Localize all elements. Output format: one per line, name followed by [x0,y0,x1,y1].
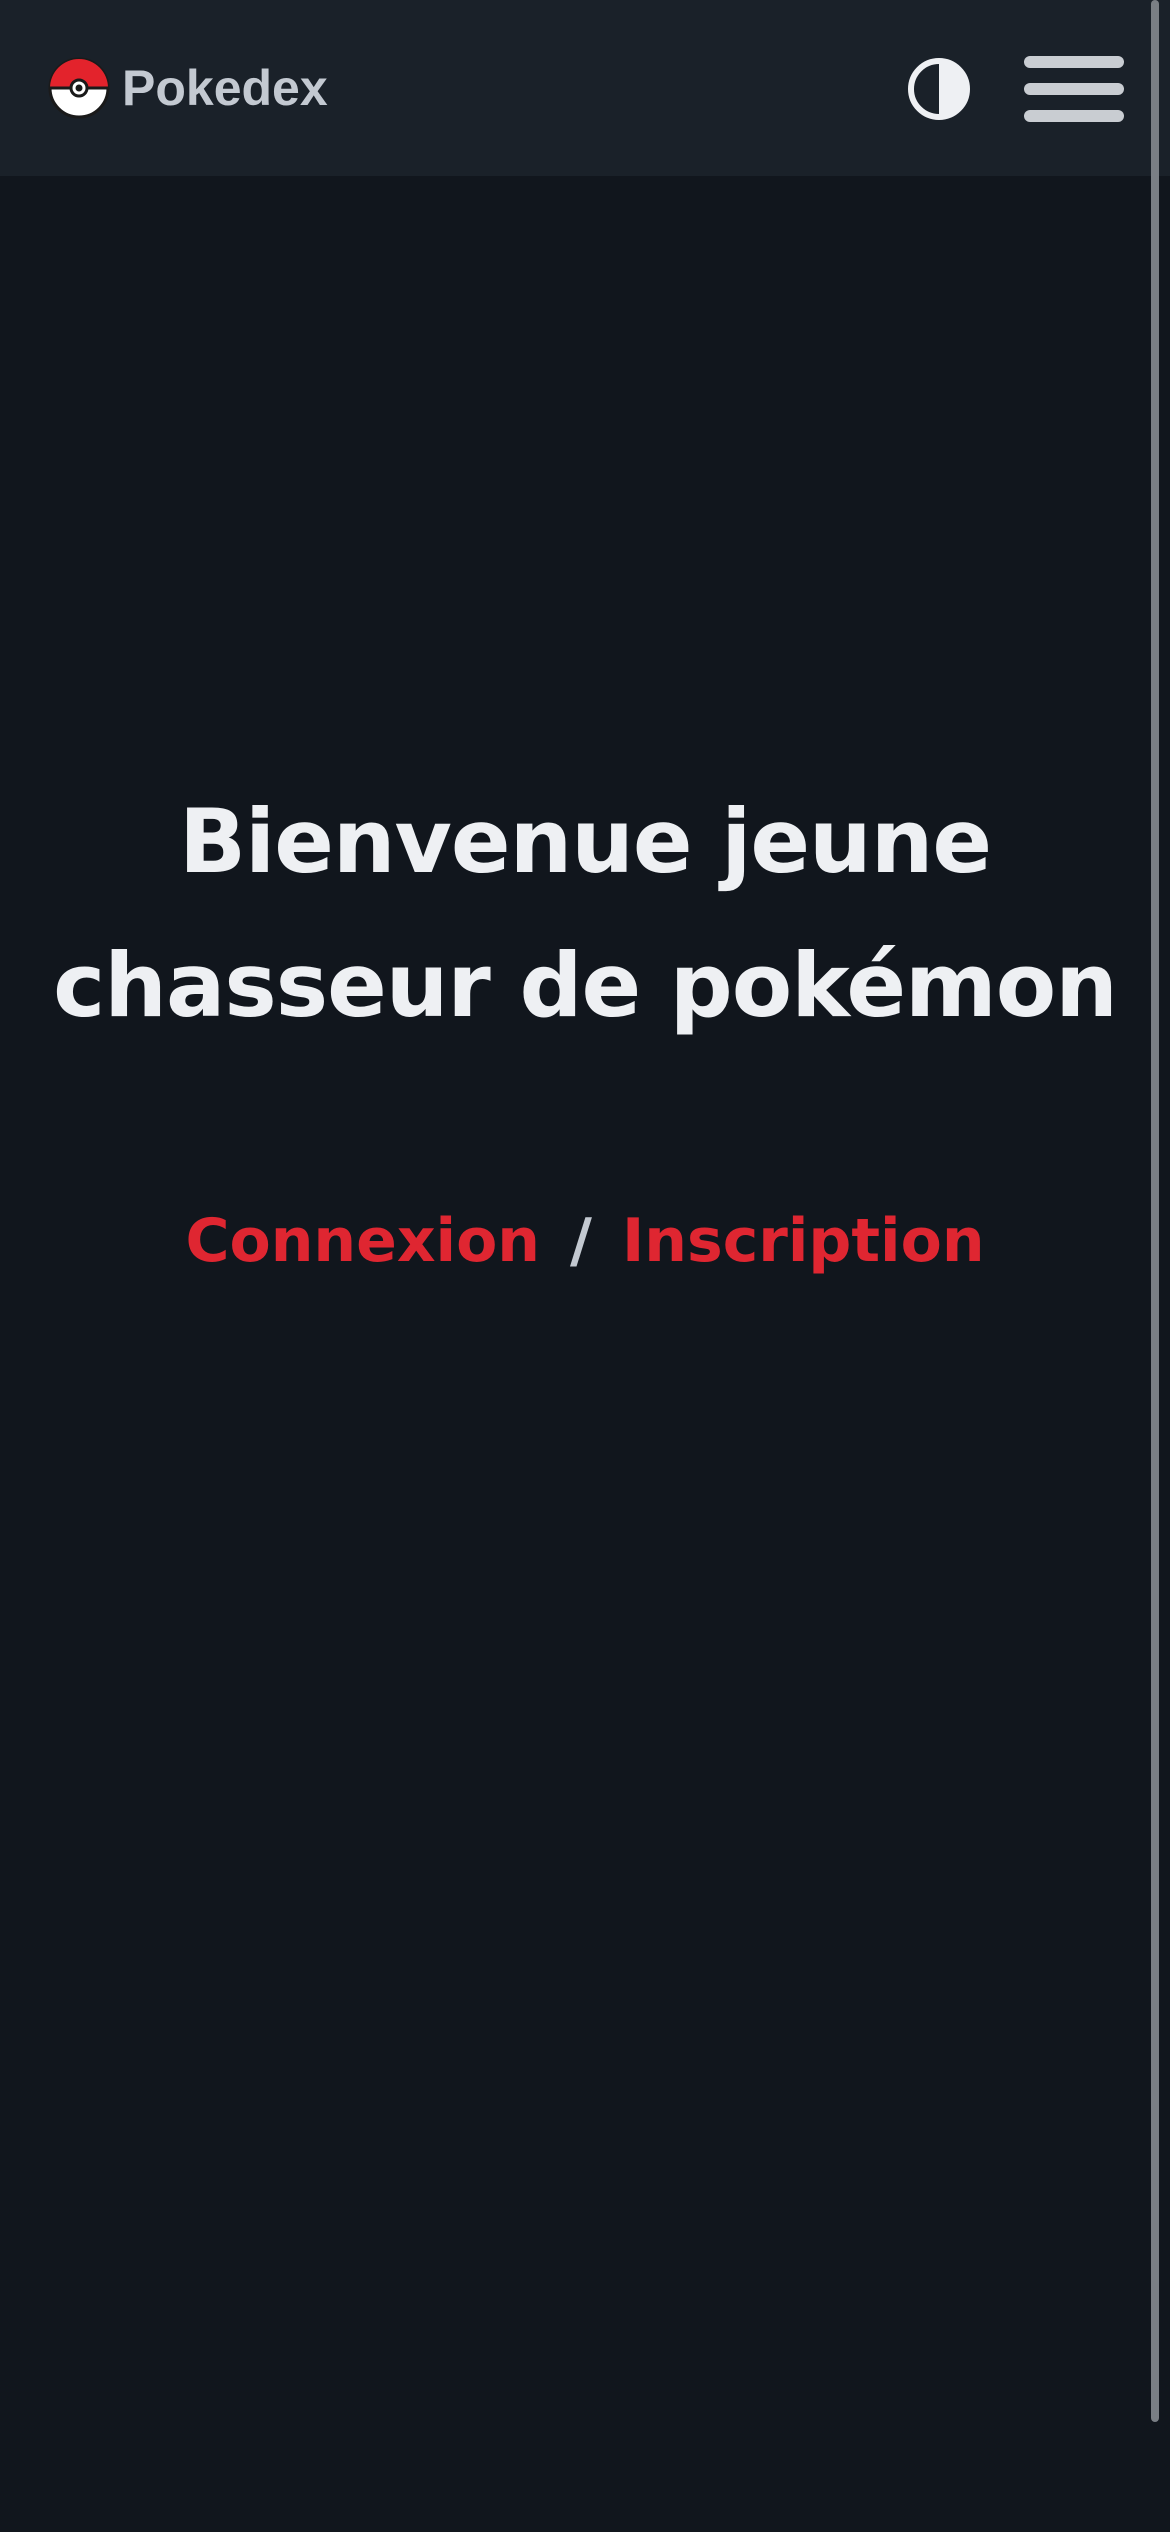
welcome-title: Bienvenue jeune chasseur de pokémon [0,770,1170,1058]
login-link[interactable]: Connexion [185,1206,540,1276]
hamburger-menu-icon-bar [1024,110,1124,122]
pokeball-icon [48,57,110,119]
theme-toggle-button[interactable] [906,56,972,122]
contrast-icon [908,58,970,120]
page: Pokedex Bienvenue jeune chasseur de poké… [0,0,1170,2532]
navbar: Pokedex [0,0,1170,176]
register-link[interactable]: Inscription [622,1206,985,1276]
auth-links: Connexion / Inscription [0,1196,1170,1286]
hamburger-menu-icon-bar [1024,83,1124,95]
brand-link[interactable]: Pokedex [48,56,328,120]
auth-separator: / [570,1206,592,1276]
hero: Bienvenue jeune chasseur de pokémon [0,770,1170,1058]
hamburger-menu-button[interactable] [1024,54,1124,124]
hamburger-menu-icon [1024,56,1124,68]
scrollbar[interactable] [1151,0,1159,2422]
welcome-title-line1: Bienvenue jeune [178,790,992,893]
brand-label: Pokedex [122,60,328,116]
welcome-title-line2: chasseur de pokémon [53,934,1118,1037]
